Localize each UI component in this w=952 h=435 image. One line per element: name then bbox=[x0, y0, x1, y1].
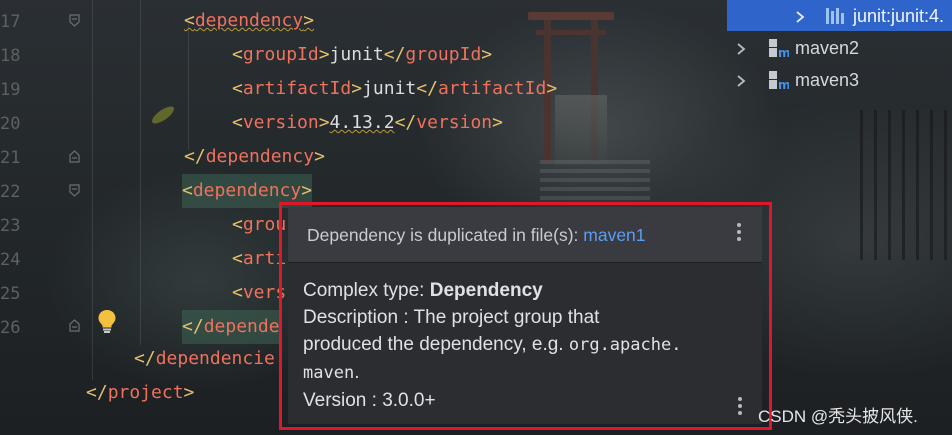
tree-item-maven3[interactable]: maven3 bbox=[795, 64, 859, 96]
line-number: 20 bbox=[0, 114, 21, 134]
chevron-right-icon[interactable] bbox=[734, 41, 748, 55]
code-line[interactable]: <artifactId>junit</artifactId> bbox=[232, 72, 557, 106]
line-number: 23 bbox=[0, 216, 21, 236]
maven-module-icon: m bbox=[767, 37, 791, 60]
svg-text:m: m bbox=[778, 46, 789, 59]
line-number: 24 bbox=[0, 250, 21, 270]
line-number: 19 bbox=[0, 80, 21, 100]
popup-body: Complex type: Dependency Description : T… bbox=[303, 277, 753, 414]
library-bars-icon bbox=[824, 5, 846, 27]
line-number: 26 bbox=[0, 318, 21, 338]
background-stairs-decoration bbox=[540, 160, 650, 205]
code-line[interactable]: <dependency> bbox=[184, 4, 314, 38]
line-number: 18 bbox=[0, 46, 21, 66]
popup-header: Dependency is duplicated in file(s): mav… bbox=[288, 207, 762, 263]
maven-module-icon: m bbox=[767, 69, 791, 92]
code-line-highlighted[interactable]: <dependency> bbox=[182, 174, 313, 208]
indent-guide bbox=[92, 0, 93, 380]
line-number-gutter: 17 18 19 20 21 22 23 24 25 26 bbox=[0, 0, 24, 435]
tree-item-maven2[interactable]: maven2 bbox=[795, 32, 859, 64]
fold-marker-icon[interactable] bbox=[69, 319, 80, 332]
chevron-right-icon[interactable] bbox=[793, 9, 807, 23]
more-options-icon[interactable] bbox=[736, 223, 742, 245]
line-number: 25 bbox=[0, 284, 21, 304]
watermark: CSDN @秃头披风侠. bbox=[758, 407, 918, 426]
code-line[interactable]: </project> bbox=[86, 376, 194, 410]
background-shrine-decoration bbox=[555, 95, 607, 165]
complex-type-line: Complex type: Dependency bbox=[303, 280, 543, 301]
code-line[interactable]: </dependencie bbox=[134, 342, 275, 376]
version-line: Version : 3.0.0+ bbox=[303, 390, 436, 411]
code-line[interactable]: <vers bbox=[232, 276, 286, 310]
description-line: Description : The project group that bbox=[303, 307, 600, 328]
code-line[interactable]: <version>4.13.2</version> bbox=[232, 106, 503, 140]
background-fence-decoration bbox=[860, 110, 952, 260]
chevron-right-icon[interactable] bbox=[734, 73, 748, 87]
line-number: 22 bbox=[0, 182, 21, 202]
documentation-popup: Dependency is duplicated in file(s): mav… bbox=[288, 207, 762, 424]
description-line: maven. bbox=[303, 362, 360, 383]
popup-header-text: Dependency is duplicated in file(s): mav… bbox=[307, 225, 646, 245]
fold-marker-icon[interactable] bbox=[69, 14, 80, 27]
code-line[interactable]: <arti bbox=[232, 242, 286, 276]
code-line-highlighted[interactable]: </depende bbox=[182, 310, 280, 344]
line-number: 17 bbox=[0, 12, 21, 32]
more-options-icon[interactable] bbox=[737, 397, 743, 419]
tree-item-junit[interactable]: junit:junit:4. bbox=[853, 0, 944, 32]
code-line[interactable]: </dependency> bbox=[184, 140, 325, 174]
svg-text:m: m bbox=[778, 78, 789, 91]
intention-bulb-icon[interactable] bbox=[96, 308, 118, 334]
code-line[interactable]: <groupId>junit</groupId> bbox=[232, 38, 492, 72]
indent-guide bbox=[188, 20, 189, 150]
description-line: produced the dependency, e.g. org.apache… bbox=[303, 334, 682, 355]
file-link[interactable]: maven1 bbox=[583, 225, 645, 245]
line-number: 21 bbox=[0, 148, 21, 168]
code-line[interactable]: <grou bbox=[232, 208, 286, 242]
fold-marker-icon[interactable] bbox=[69, 184, 80, 197]
indent-guide bbox=[140, 0, 141, 345]
fold-marker-icon[interactable] bbox=[69, 150, 80, 163]
